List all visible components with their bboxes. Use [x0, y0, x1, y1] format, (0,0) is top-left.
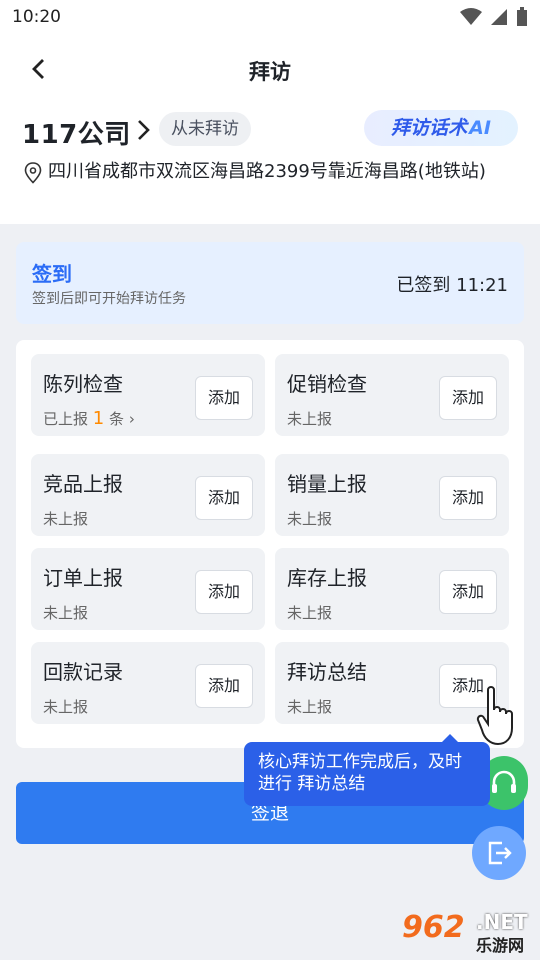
task-title: 陈列检查	[43, 372, 123, 396]
chevron-right-icon[interactable]	[134, 118, 154, 142]
task-status-suffix: 条	[109, 410, 125, 428]
add-button[interactable]: 添加	[195, 664, 253, 708]
task-title: 库存上报	[287, 566, 367, 590]
chevron-right-icon: ›	[128, 410, 135, 428]
task-status: 未上报	[43, 698, 89, 716]
task-title: 订单上报	[43, 566, 123, 590]
visit-status-badge: 从未拜访	[159, 112, 251, 146]
exit-visit-button[interactable]	[472, 826, 526, 880]
add-button[interactable]: 添加	[195, 570, 253, 614]
store-header: 117公司 从未拜访 拜访话术 AI 四川省成都市双流区海昌路2399号靠近海昌路…	[0, 102, 540, 224]
task-title: 促销检查	[287, 372, 367, 396]
task-title: 竞品上报	[43, 472, 123, 496]
task-grid: 陈列检查 已上报 1 条 › 添加 促销检查 未上报 添加 竞品上报 未上报 添…	[16, 340, 524, 748]
task-title: 销量上报	[287, 472, 367, 496]
status-time: 10:20	[12, 7, 61, 27]
task-title: 回款记录	[43, 660, 123, 684]
watermark-net: .NET	[476, 910, 528, 934]
store-address: 四川省成都市双流区海昌路2399号靠近海昌路(地铁站)	[48, 161, 486, 182]
task-card-display-check[interactable]: 陈列检查 已上报 1 条 › 添加	[31, 354, 265, 436]
page-title: 拜访	[249, 60, 291, 84]
store-name: 117公司	[22, 120, 131, 150]
report-count: 1	[92, 408, 105, 429]
task-status: 未上报	[287, 604, 333, 622]
task-status: 未上报	[287, 410, 333, 428]
task-status: 未上报	[287, 698, 333, 716]
hand-pointer-icon	[476, 686, 513, 746]
signin-subtitle: 签到后即可开始拜访任务	[32, 291, 186, 307]
guide-tooltip: 核心拜访工作完成后，及时进行 拜访总结	[244, 734, 490, 806]
add-button[interactable]: 添加	[195, 376, 253, 420]
task-status: 未上报	[287, 510, 333, 528]
task-card-inventory-report[interactable]: 库存上报 未上报 添加	[275, 548, 509, 630]
signin-title: 签到	[32, 262, 72, 286]
watermark: 962 .NET 乐游网	[402, 908, 534, 956]
task-card-payment-record[interactable]: 回款记录 未上报 添加	[31, 642, 265, 724]
wifi-icon	[460, 8, 482, 25]
status-icons	[460, 7, 528, 27]
add-button[interactable]: 添加	[195, 476, 253, 520]
task-status[interactable]: 已上报 1 条 ›	[43, 408, 135, 429]
watermark-site: 乐游网	[476, 936, 525, 955]
exit-icon	[488, 841, 512, 865]
task-card-order-report[interactable]: 订单上报 未上报 添加	[31, 548, 265, 630]
task-title: 拜访总结	[287, 660, 367, 684]
task-status: 未上报	[43, 510, 89, 528]
task-status-prefix: 已上报	[43, 410, 89, 428]
signin-panel: 签到 签到后即可开始拜访任务 已签到 11:21	[16, 242, 524, 324]
ai-script-button[interactable]: 拜访话术 AI	[364, 110, 518, 146]
task-card-promotion-check[interactable]: 促销检查 未上报 添加	[275, 354, 509, 436]
signin-status: 已签到 11:21	[396, 275, 508, 296]
signin-section: 签到 签到后即可开始拜访任务 已签到 11:21	[16, 242, 524, 324]
add-button[interactable]: 添加	[439, 376, 497, 420]
status-bar: 10:20	[0, 0, 540, 36]
ai-script-label: 拜访话术	[391, 117, 468, 139]
nav-bar: 拜访	[0, 36, 540, 102]
task-status: 未上报	[43, 604, 89, 622]
task-card-sales-report[interactable]: 销量上报 未上报 添加	[275, 454, 509, 536]
task-card-competitor-report[interactable]: 竞品上报 未上报 添加	[31, 454, 265, 536]
add-button[interactable]: 添加	[439, 476, 497, 520]
ai-badge: AI	[469, 117, 491, 139]
battery-icon	[517, 7, 527, 26]
add-button[interactable]: 添加	[439, 570, 497, 614]
signal-icon	[491, 9, 507, 25]
watermark-logo: 962	[402, 910, 465, 945]
